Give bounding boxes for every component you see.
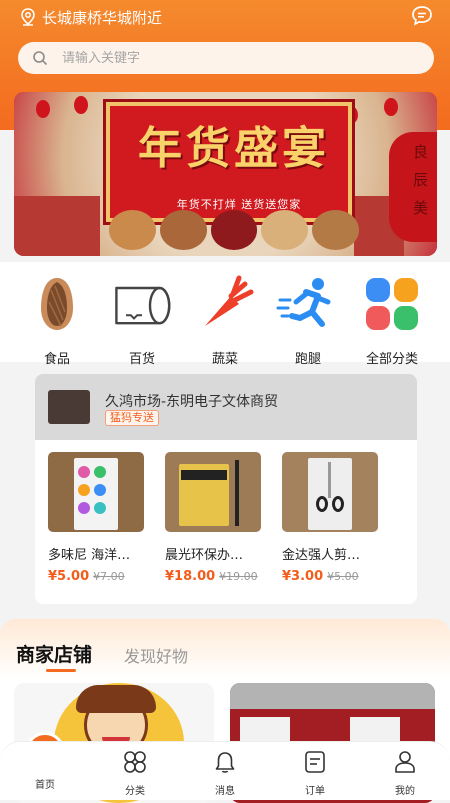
lantern-decoration: [36, 100, 50, 118]
search-icon: [33, 51, 48, 66]
shop-section-header: 商家店铺 发现好物: [0, 619, 450, 679]
nuts-decoration: [109, 210, 359, 250]
product-price: ¥3.00: [282, 569, 324, 584]
banner-title: 年货盛宴: [138, 123, 330, 174]
product-image: [165, 452, 261, 532]
category-label: 蔬菜: [211, 352, 238, 367]
product-old-price: ¥19.00: [219, 570, 258, 583]
product-item[interactable]: 晨光环保办… ¥18.00 ¥19.00: [165, 452, 265, 584]
category-row: 食品 百货 蔬菜 跑腿 全部分类: [0, 262, 450, 367]
category-label: 食品: [43, 352, 70, 367]
store-card-header: 久鸿市场-东明电子文体商贸 猛犸专送: [35, 374, 417, 440]
tab-label: 消息: [215, 786, 235, 797]
banner-side-lantern: 良辰美: [389, 132, 437, 242]
category-goods[interactable]: 百货: [102, 272, 182, 367]
product-item[interactable]: 金达强人剪… ¥3.00 ¥5.00: [282, 452, 382, 584]
product-name: 金达强人剪…: [282, 548, 361, 563]
product-name: 晨光环保办…: [165, 548, 244, 563]
carrot-icon: [205, 275, 254, 326]
bottom-tab-bar: 首页 分类 消息 订单 我的: [0, 741, 450, 800]
product-price-row: ¥3.00 ¥5.00: [282, 569, 382, 584]
product-name: 多味尼 海洋…: [48, 548, 131, 563]
category-icon: [124, 751, 146, 773]
tab-label: 分类: [125, 786, 145, 797]
tab-profile[interactable]: 我的: [375, 750, 435, 797]
product-item[interactable]: 多味尼 海洋… ¥5.00 ¥7.00: [48, 452, 148, 584]
category-label: 全部分类: [365, 352, 418, 367]
active-tab-underline: [46, 669, 76, 672]
tab-discover[interactable]: 发现好物: [124, 643, 188, 667]
product-image: [282, 452, 378, 532]
product-price: ¥18.00: [165, 569, 216, 584]
tab-label: 首页: [35, 780, 55, 791]
tissue-roll-icon: [115, 286, 171, 325]
product-old-price: ¥5.00: [327, 570, 359, 583]
tab-home[interactable]: 首页: [15, 772, 75, 791]
chat-bubble-icon[interactable]: [410, 4, 434, 28]
bell-icon: [215, 752, 235, 773]
category-label: 百货: [128, 352, 155, 367]
location-selector[interactable]: 长城康桥华城附近: [20, 6, 162, 28]
store-thumbnail: [48, 390, 90, 424]
location-text: 长城康桥华城附近: [42, 8, 163, 27]
tab-messages[interactable]: 消息: [195, 750, 255, 797]
location-pin-icon: [21, 8, 35, 26]
runner-icon: [276, 278, 331, 327]
user-icon: [395, 751, 415, 773]
category-label: 跑腿: [294, 352, 321, 367]
store-card[interactable]: 久鸿市场-东明电子文体商贸 猛犸专送 多味尼 海洋… ¥5.00 ¥7.00 晨光…: [35, 374, 417, 604]
promo-banner[interactable]: 年货盛宴 年货不打烊 送货送您家 良辰美: [14, 92, 437, 256]
category-food[interactable]: 食品: [17, 272, 97, 367]
product-price: ¥5.00: [48, 569, 90, 584]
lantern-decoration: [384, 98, 398, 116]
lantern-decoration: [74, 96, 88, 114]
store-title: 久鸿市场-东明电子文体商贸: [105, 394, 279, 410]
almond-icon: [41, 278, 73, 330]
category-errand[interactable]: 跑腿: [268, 272, 348, 367]
product-image: [48, 452, 144, 532]
tab-label: 我的: [395, 786, 415, 797]
tab-category[interactable]: 分类: [105, 750, 165, 797]
tab-orders[interactable]: 订单: [285, 750, 345, 797]
tab-shops[interactable]: 商家店铺: [16, 640, 92, 667]
tab-label: 订单: [305, 786, 325, 797]
category-vegetables[interactable]: 蔬菜: [185, 272, 265, 367]
grid-four-icon: [366, 278, 418, 330]
building-decoration: [14, 196, 100, 256]
banner-side-text: 良辰美: [413, 143, 429, 217]
delivery-tag: 猛犸专送: [105, 410, 159, 426]
product-price-row: ¥18.00 ¥19.00: [165, 569, 265, 584]
order-icon: [305, 751, 325, 773]
search-bar[interactable]: [18, 42, 434, 74]
product-old-price: ¥7.00: [93, 570, 125, 583]
category-all[interactable]: 全部分类: [352, 272, 432, 367]
product-price-row: ¥5.00 ¥7.00: [48, 569, 148, 584]
search-input[interactable]: [62, 50, 382, 66]
